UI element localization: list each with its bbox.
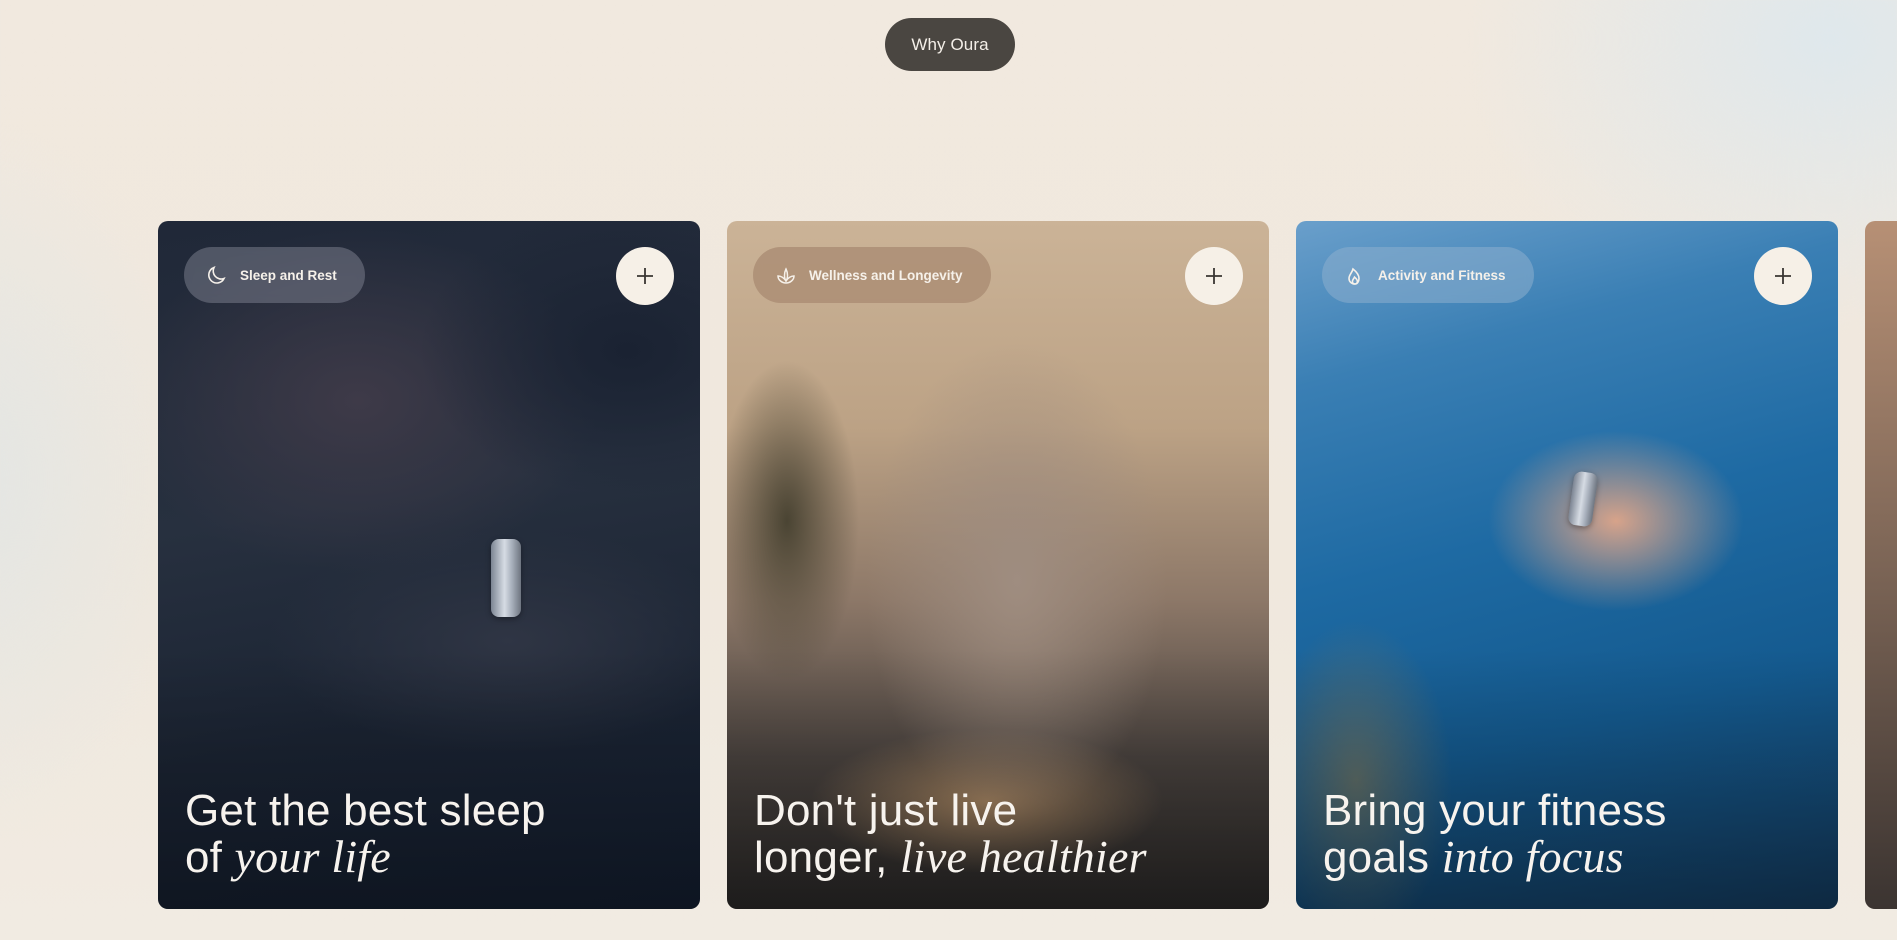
tag-label: Sleep and Rest	[240, 267, 337, 283]
headline-line-2: of your life	[185, 834, 546, 881]
plus-icon	[1775, 268, 1791, 284]
tag-wellness-and-longevity[interactable]: Wellness and Longevity	[753, 247, 991, 303]
tag-activity-and-fitness[interactable]: Activity and Fitness	[1322, 247, 1534, 303]
card-sleep-and-rest[interactable]: Sleep and Rest Get the best sleep of you…	[158, 221, 700, 909]
card-wellness-and-longevity[interactable]: Wellness and Longevity Don't just live l…	[727, 221, 1269, 909]
headline-line-1: Don't just live	[754, 786, 1018, 835]
expand-button[interactable]	[1754, 247, 1812, 305]
expand-button[interactable]	[616, 247, 674, 305]
card-next-partial[interactable]	[1865, 221, 1897, 909]
card-image-next	[1865, 221, 1897, 909]
expand-button[interactable]	[1185, 247, 1243, 305]
plus-icon	[637, 268, 653, 284]
headline-line-1: Get the best sleep	[185, 786, 546, 835]
card-headline: Get the best sleep of your life	[185, 788, 546, 881]
tag-sleep-and-rest[interactable]: Sleep and Rest	[184, 247, 365, 303]
headline-italic: your life	[234, 831, 391, 882]
moon-icon	[204, 262, 230, 288]
ring-image	[491, 539, 521, 617]
lotus-icon	[773, 262, 799, 288]
card-headline: Bring your fitness goals into focus	[1323, 788, 1667, 881]
why-oura-label: Why Oura	[911, 34, 989, 54]
why-oura-button[interactable]: Why Oura	[885, 18, 1015, 71]
headline-italic: live healthier	[899, 831, 1147, 882]
tag-label: Activity and Fitness	[1378, 267, 1506, 283]
headline-plain: longer,	[754, 833, 900, 882]
headline-plain: goals	[1323, 833, 1442, 882]
card-activity-and-fitness[interactable]: Activity and Fitness Bring your fitness …	[1296, 221, 1838, 909]
tag-label: Wellness and Longevity	[809, 267, 963, 283]
card-headline: Don't just live longer, live healthier	[754, 788, 1147, 881]
headline-line-1: Bring your fitness	[1323, 786, 1667, 835]
headline-italic: into focus	[1441, 831, 1624, 882]
flame-icon	[1342, 262, 1368, 288]
headline-line-2: goals into focus	[1323, 834, 1667, 881]
headline-plain: of	[185, 833, 235, 882]
plus-icon	[1206, 268, 1222, 284]
headline-line-2: longer, live healthier	[754, 834, 1147, 881]
